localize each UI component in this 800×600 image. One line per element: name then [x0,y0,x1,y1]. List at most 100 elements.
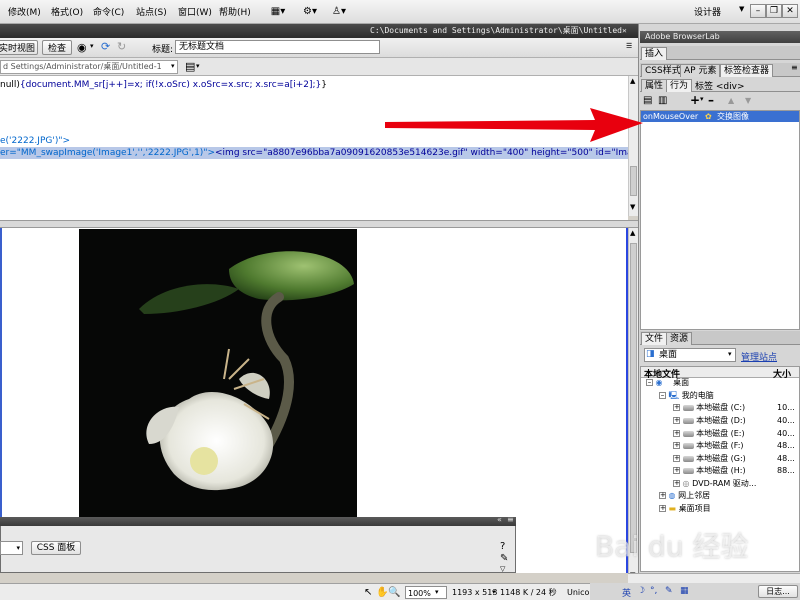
menu-help[interactable]: 帮助(H) [219,5,251,18]
scroll-up-icon[interactable]: ▲ [630,230,637,237]
expand-icon[interactable]: + [673,467,680,474]
extend-icon[interactable]: ⚙▾ [298,3,322,20]
page-options-icon[interactable]: ▤ [185,60,195,73]
manage-sites-link[interactable]: 管理站点 [741,350,777,363]
ime-moon-icon[interactable]: ☽ [637,586,645,596]
collapse-icon[interactable]: – [646,379,653,386]
move-down-icon[interactable]: ▼ [745,96,751,105]
address-input[interactable]: d Settings/Administrator/桌面/Untitled-1 [0,60,178,74]
live-view-button[interactable]: 实时视图 [0,40,38,55]
preview-dropdown-icon[interactable]: ▾ [90,42,94,50]
page-options-dropdown-icon[interactable]: ▾ [196,62,200,70]
help-icon[interactable]: ? [500,541,505,552]
ime-menu-icon[interactable]: ▦ [680,586,689,596]
pointer-icon[interactable]: ↖ [364,586,372,599]
expand-icon[interactable]: + [673,417,680,424]
workspace-dropdown-icon[interactable]: ▼ [739,5,744,13]
site-select[interactable]: 桌面 [644,348,736,362]
workspace-switcher[interactable]: 设计器 [694,5,721,18]
toolbar-options-icon[interactable]: ☰ [626,42,632,50]
ime-label[interactable]: 英 [622,586,631,599]
tab-css-styles[interactable]: CSS样式 [641,64,685,77]
expand-icon[interactable]: + [659,492,666,499]
ime-tool-icon[interactable]: ✎ [665,586,673,596]
tree-drive[interactable]: + 本地磁盘 (E:) 40... [640,428,795,440]
zoom-select[interactable]: 100% [405,586,447,599]
menu-commands[interactable]: 命令(C) [93,5,124,18]
expand-icon[interactable]: ▽ [500,565,505,573]
tree-drive[interactable]: + 本地磁盘 (C:) 10... [640,402,795,414]
site-icon[interactable]: ♙▾ [328,3,350,20]
refresh-icon[interactable]: ⟳ [101,40,110,53]
remove-behavior-icon[interactable]: – [708,93,714,107]
tree-drive[interactable]: + 本地磁盘 (G:) 48... [640,453,795,465]
tab-attributes[interactable]: 属性 [641,79,668,92]
move-up-icon[interactable]: ▲ [728,96,734,105]
ime-punct-icon[interactable]: °, [650,586,657,596]
document-close-icon[interactable]: ✕ [622,24,627,38]
inspect-button[interactable]: 检查 [42,40,72,55]
menu-window[interactable]: 窗口(W) [178,5,212,18]
expand-icon[interactable]: + [673,480,680,487]
files-hscrollbar[interactable] [628,573,800,583]
panel-menu-icon[interactable]: ≡ [791,63,798,72]
restore-icon[interactable]: ❐ [766,4,782,18]
behavior-action[interactable]: 交换图像 [717,111,749,122]
tree-drive[interactable]: + 本地磁盘 (F:) 48... [640,440,795,452]
collapse-icon[interactable]: « [497,515,502,524]
css-panel-button[interactable]: CSS 面板 [31,541,81,555]
add-behavior-dropdown-icon[interactable]: ▾ [700,95,704,103]
add-behavior-icon[interactable]: + [690,93,700,107]
tab-ap-elements[interactable]: AP 元素 [680,64,721,77]
tab-tag-inspector[interactable]: 标签检查器 [720,64,774,77]
tree-my-computer[interactable]: – 🖳 我的电脑 [640,390,714,402]
zoom-icon[interactable]: 🔍 [388,586,400,599]
show-all-events-icon[interactable]: ▥ [658,95,667,106]
reload-icon[interactable]: ↻ [117,40,126,53]
tab-files[interactable]: 文件 [641,332,668,345]
window-size-dropdown-icon[interactable]: ▾ [492,586,496,599]
behavior-list[interactable] [640,110,800,330]
window-size[interactable]: 1193 x 513 [452,586,497,599]
expand-icon[interactable]: + [673,455,680,462]
scroll-down-icon[interactable]: ▼ [630,204,637,211]
log-button[interactable]: 日志... [758,585,798,598]
menu-format[interactable]: 格式(O) [51,5,83,18]
tree-drive[interactable]: + 本地磁盘 (H:) 88... [640,465,795,477]
behavior-event[interactable]: onMouseOver [643,111,698,122]
menu-modify[interactable]: 修改(M) [8,5,41,18]
size-header[interactable]: 大小 [773,367,791,380]
tree-root[interactable]: – ◉ 桌面 [640,377,689,389]
edit-icon[interactable]: ✎ [500,553,508,564]
browserlab-panel-title[interactable]: Adobe BrowserLab [640,31,800,43]
tab-insert[interactable]: 插入 [641,47,668,60]
close-icon[interactable]: ✕ [782,4,798,18]
panel-menu-icon[interactable]: ≡ [507,515,514,524]
collapse-icon[interactable]: – [659,392,666,399]
scroll-up-icon[interactable]: ▲ [630,78,637,85]
site-dropdown-icon[interactable]: ▾ [728,350,732,358]
code-scroll-thumb[interactable] [630,166,637,196]
tab-behaviors[interactable]: 行为 [666,79,693,92]
tree-drive[interactable]: + ◎ DVD-RAM 驱动... [640,478,756,490]
expand-icon[interactable]: + [673,404,680,411]
expand-icon[interactable]: + [673,430,680,437]
expand-icon[interactable]: + [673,442,680,449]
tab-assets[interactable]: 资源 [666,332,693,345]
view-split-bar[interactable] [0,220,638,228]
format-dropdown-icon[interactable]: ▾ [0,541,23,555]
hand-icon[interactable]: ✋ [376,586,388,599]
tree-drive[interactable]: + 本地磁盘 (D:) 40... [640,415,795,427]
minimize-icon[interactable]: – [750,4,766,18]
tree-network[interactable]: + ◍ 网上邻居 [640,490,710,502]
expand-icon[interactable]: + [659,505,666,512]
tree-desktop-items[interactable]: + ▬ 桌面项目 [640,503,711,515]
zoom-dropdown-icon[interactable]: ▾ [435,586,439,599]
design-scroll-thumb[interactable] [630,243,637,553]
flower-image[interactable] [79,229,357,517]
title-input[interactable]: 无标题文档 [175,40,380,54]
address-dropdown-icon[interactable]: ▾ [171,62,175,70]
behavior-row[interactable]: onMouseOver ✿ 交换图像 [641,111,799,122]
menu-site[interactable]: 站点(S) [136,5,167,18]
layout-icon[interactable]: ▦▾ [266,3,290,20]
